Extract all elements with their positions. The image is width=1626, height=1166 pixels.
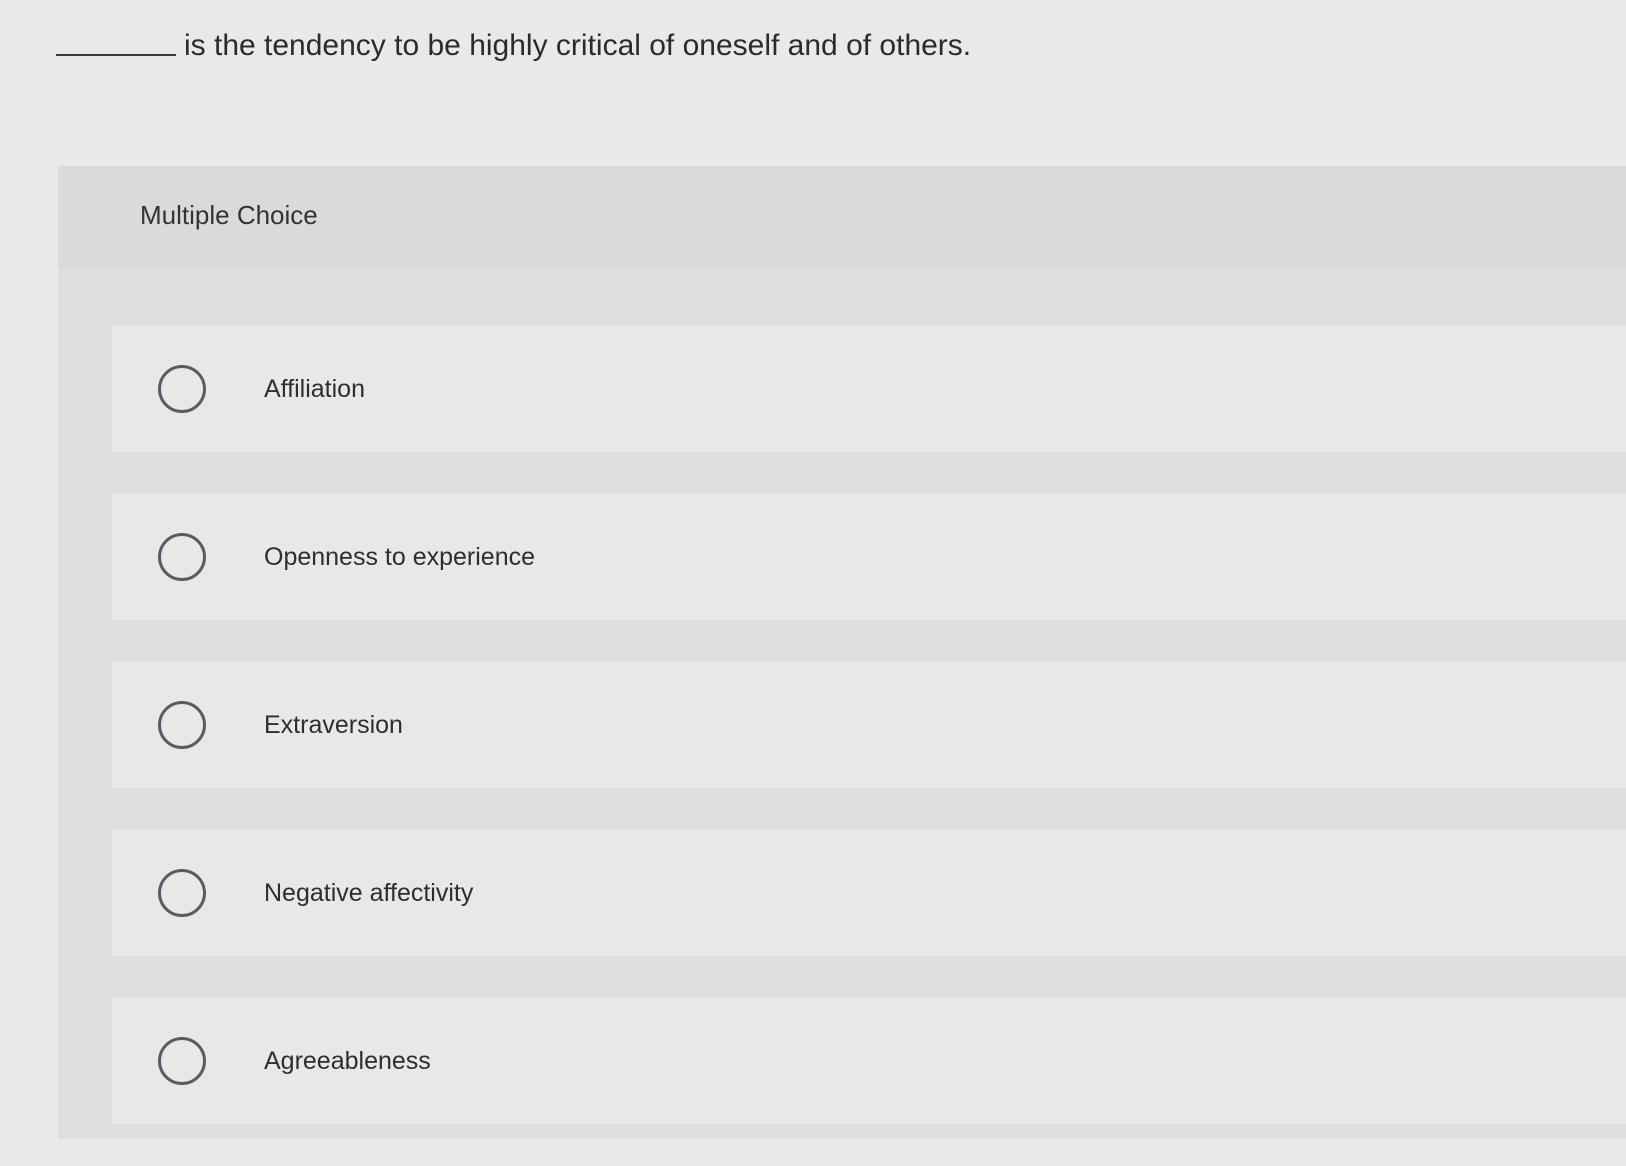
choice-list: Affiliation Openness to experience Extra…: [112, 326, 1626, 1166]
choice-label: Agreeableness: [264, 1046, 431, 1075]
choice-negative-affectivity[interactable]: Negative affectivity: [112, 830, 1626, 956]
choice-agreeableness[interactable]: Agreeableness: [112, 998, 1626, 1124]
choice-label: Affiliation: [264, 374, 365, 403]
multiple-choice-header: Multiple Choice: [58, 166, 1626, 268]
radio-button-icon[interactable]: [158, 365, 206, 413]
choice-affiliation[interactable]: Affiliation: [112, 326, 1626, 452]
multiple-choice-label: Multiple Choice: [140, 200, 318, 230]
radio-button-icon[interactable]: [158, 701, 206, 749]
choice-label: Openness to experience: [264, 542, 536, 571]
answer-blank: [56, 54, 176, 56]
multiple-choice-panel: Multiple Choice Affiliation Openness to …: [58, 166, 1626, 1139]
question-text: is the tendency to be highly critical of…: [184, 29, 972, 62]
radio-button-icon[interactable]: [158, 869, 206, 917]
choice-openness-to-experience[interactable]: Openness to experience: [112, 494, 1626, 620]
radio-button-icon[interactable]: [158, 533, 206, 581]
choice-label: Negative affectivity: [264, 878, 474, 907]
choice-extraversion[interactable]: Extraversion: [112, 662, 1626, 788]
question-prompt: is the tendency to be highly critical of…: [56, 26, 1576, 66]
choice-label: Extraversion: [264, 710, 403, 739]
radio-button-icon[interactable]: [158, 1037, 206, 1085]
